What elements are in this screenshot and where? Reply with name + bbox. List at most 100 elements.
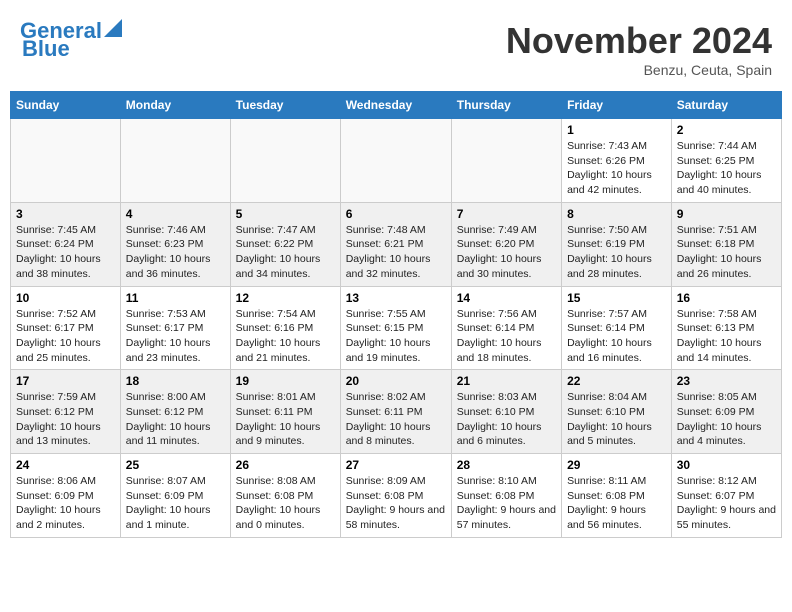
day-info: Sunrise: 8:07 AM Sunset: 6:09 PM Dayligh… [126,474,225,533]
day-cell [451,119,561,203]
day-cell [120,119,230,203]
day-number: 25 [126,458,225,472]
day-info: Sunrise: 7:47 AM Sunset: 6:22 PM Dayligh… [236,223,335,282]
day-info: Sunrise: 7:53 AM Sunset: 6:17 PM Dayligh… [126,307,225,366]
day-cell: 5 Sunrise: 7:47 AM Sunset: 6:22 PM Daylig… [230,202,340,286]
day-number: 17 [16,374,115,388]
day-info: Sunrise: 8:05 AM Sunset: 6:09 PM Dayligh… [677,390,776,449]
day-number: 29 [567,458,666,472]
day-number: 6 [346,207,446,221]
weekday-header-sunday: Sunday [11,92,121,119]
day-cell: 23 Sunrise: 8:05 AM Sunset: 6:09 PM Dayli… [671,370,781,454]
day-number: 11 [126,291,225,305]
day-cell: 20 Sunrise: 8:02 AM Sunset: 6:11 PM Dayli… [340,370,451,454]
day-cell: 10 Sunrise: 7:52 AM Sunset: 6:17 PM Dayli… [11,286,121,370]
weekday-header-row: SundayMondayTuesdayWednesdayThursdayFrid… [11,92,782,119]
day-number: 12 [236,291,335,305]
week-row-3: 10 Sunrise: 7:52 AM Sunset: 6:17 PM Dayli… [11,286,782,370]
day-info: Sunrise: 7:44 AM Sunset: 6:25 PM Dayligh… [677,139,776,198]
day-cell: 15 Sunrise: 7:57 AM Sunset: 6:14 PM Dayli… [562,286,672,370]
day-info: Sunrise: 8:10 AM Sunset: 6:08 PM Dayligh… [457,474,556,533]
day-info: Sunrise: 7:51 AM Sunset: 6:18 PM Dayligh… [677,223,776,282]
day-cell: 18Sunrise: 8:00 AM Sunset: 6:12 PM Dayli… [120,370,230,454]
day-cell: 14Sunrise: 7:56 AM Sunset: 6:14 PM Dayli… [451,286,561,370]
day-info: Sunrise: 8:08 AM Sunset: 6:08 PM Dayligh… [236,474,335,533]
day-number: 30 [677,458,776,472]
day-cell: 3 Sunrise: 7:45 AM Sunset: 6:24 PM Daylig… [11,202,121,286]
day-number: 13 [346,291,446,305]
day-number: 18 [126,374,225,388]
day-cell [340,119,451,203]
day-cell [230,119,340,203]
day-info: Sunrise: 8:01 AM Sunset: 6:11 PM Dayligh… [236,390,335,449]
day-info: Sunrise: 7:59 AM Sunset: 6:12 PM Dayligh… [16,390,115,449]
day-info: Sunrise: 7:45 AM Sunset: 6:24 PM Dayligh… [16,223,115,282]
calendar-table: SundayMondayTuesdayWednesdayThursdayFrid… [10,91,782,538]
weekday-header-saturday: Saturday [671,92,781,119]
logo: General Blue [20,20,124,61]
day-number: 9 [677,207,776,221]
day-number: 27 [346,458,446,472]
day-info: Sunrise: 7:46 AM Sunset: 6:23 PM Dayligh… [126,223,225,282]
day-info: Sunrise: 7:54 AM Sunset: 6:16 PM Dayligh… [236,307,335,366]
day-info: Sunrise: 7:58 AM Sunset: 6:13 PM Dayligh… [677,307,776,366]
day-number: 19 [236,374,335,388]
day-cell: 9 Sunrise: 7:51 AM Sunset: 6:18 PM Daylig… [671,202,781,286]
day-cell: 1Sunrise: 7:43 AM Sunset: 6:26 PM Daylig… [562,119,672,203]
weekday-header-wednesday: Wednesday [340,92,451,119]
day-number: 3 [16,207,115,221]
day-number: 4 [126,207,225,221]
day-number: 24 [16,458,115,472]
week-row-4: 17 Sunrise: 7:59 AM Sunset: 6:12 PM Dayli… [11,370,782,454]
day-cell: 28 Sunrise: 8:10 AM Sunset: 6:08 PM Dayli… [451,454,561,538]
day-number: 5 [236,207,335,221]
day-info: Sunrise: 8:12 AM Sunset: 6:07 PM Dayligh… [677,474,776,533]
day-cell: 22 Sunrise: 8:04 AM Sunset: 6:10 PM Dayli… [562,370,672,454]
day-cell: 30 Sunrise: 8:12 AM Sunset: 6:07 PM Dayli… [671,454,781,538]
day-number: 21 [457,374,556,388]
day-cell: 11 Sunrise: 7:53 AM Sunset: 6:17 PM Dayli… [120,286,230,370]
day-number: 8 [567,207,666,221]
day-number: 7 [457,207,556,221]
day-number: 1 [567,123,666,137]
logo-blue: Blue [22,36,70,61]
day-info: Sunrise: 7:49 AM Sunset: 6:20 PM Dayligh… [457,223,556,282]
weekday-header-friday: Friday [562,92,672,119]
day-cell: 4 Sunrise: 7:46 AM Sunset: 6:23 PM Daylig… [120,202,230,286]
day-number: 16 [677,291,776,305]
day-info: Sunrise: 8:02 AM Sunset: 6:11 PM Dayligh… [346,390,446,449]
day-cell: 25 Sunrise: 8:07 AM Sunset: 6:09 PM Dayli… [120,454,230,538]
day-number: 28 [457,458,556,472]
week-row-1: 1Sunrise: 7:43 AM Sunset: 6:26 PM Daylig… [11,119,782,203]
day-info: Sunrise: 8:04 AM Sunset: 6:10 PM Dayligh… [567,390,666,449]
day-cell: 7 Sunrise: 7:49 AM Sunset: 6:20 PM Daylig… [451,202,561,286]
day-cell: 13 Sunrise: 7:55 AM Sunset: 6:15 PM Dayli… [340,286,451,370]
day-cell: 8 Sunrise: 7:50 AM Sunset: 6:19 PM Daylig… [562,202,672,286]
weekday-header-monday: Monday [120,92,230,119]
day-cell [11,119,121,203]
day-cell: 26Sunrise: 8:08 AM Sunset: 6:08 PM Dayli… [230,454,340,538]
day-cell: 27 Sunrise: 8:09 AM Sunset: 6:08 PM Dayli… [340,454,451,538]
location: Benzu, Ceuta, Spain [506,62,772,78]
page-header: General Blue November 2024 Benzu, Ceuta,… [10,10,782,83]
day-number: 15 [567,291,666,305]
day-cell: 6 Sunrise: 7:48 AM Sunset: 6:21 PM Daylig… [340,202,451,286]
day-number: 10 [16,291,115,305]
day-info: Sunrise: 8:09 AM Sunset: 6:08 PM Dayligh… [346,474,446,533]
day-number: 20 [346,374,446,388]
day-number: 23 [677,374,776,388]
week-row-5: 24 Sunrise: 8:06 AM Sunset: 6:09 PM Dayli… [11,454,782,538]
day-info: Sunrise: 8:06 AM Sunset: 6:09 PM Dayligh… [16,474,115,533]
day-cell: 16 Sunrise: 7:58 AM Sunset: 6:13 PM Dayli… [671,286,781,370]
day-info: Sunrise: 7:52 AM Sunset: 6:17 PM Dayligh… [16,307,115,366]
day-info: Sunrise: 7:50 AM Sunset: 6:19 PM Dayligh… [567,223,666,282]
day-info: Sunrise: 7:57 AM Sunset: 6:14 PM Dayligh… [567,307,666,366]
day-info: Sunrise: 7:55 AM Sunset: 6:15 PM Dayligh… [346,307,446,366]
day-info: Sunrise: 8:03 AM Sunset: 6:10 PM Dayligh… [457,390,556,449]
day-number: 14 [457,291,556,305]
day-cell: 12 Sunrise: 7:54 AM Sunset: 6:16 PM Dayli… [230,286,340,370]
week-row-2: 3 Sunrise: 7:45 AM Sunset: 6:24 PM Daylig… [11,202,782,286]
day-cell: 21 Sunrise: 8:03 AM Sunset: 6:10 PM Dayli… [451,370,561,454]
day-info: Sunrise: 7:48 AM Sunset: 6:21 PM Dayligh… [346,223,446,282]
day-number: 22 [567,374,666,388]
